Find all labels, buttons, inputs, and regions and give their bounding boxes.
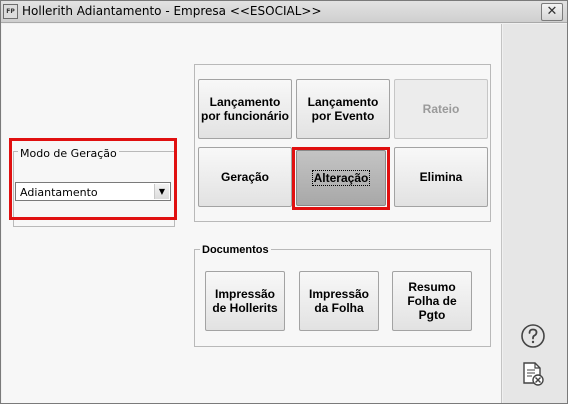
lancamento-funcionario-label: Lançamento por funcionário xyxy=(201,95,289,123)
help-circle-icon[interactable] xyxy=(520,323,546,349)
impressao-folha-button[interactable]: Impressão da Folha xyxy=(299,271,379,331)
rateio-button[interactable]: Rateio xyxy=(394,79,488,139)
modo-geracao-value: Adiantamento xyxy=(20,186,98,199)
chevron-down-icon[interactable]: ▼ xyxy=(154,184,169,199)
documentos-legend: Documentos xyxy=(200,244,271,256)
rateio-label: Rateio xyxy=(422,102,460,116)
main-window: FP Hollerith Adiantamento - Empresa <<ES… xyxy=(0,0,568,404)
close-icon: ✕ xyxy=(546,4,558,19)
lancamento-funcionario-button[interactable]: Lançamento por funcionário xyxy=(198,79,292,139)
title-bar: FP Hollerith Adiantamento - Empresa <<ES… xyxy=(1,1,567,23)
lancamento-evento-label: Lançamento por Evento xyxy=(307,95,379,123)
modo-geracao-legend: Modo de Geração xyxy=(18,147,119,160)
elimina-label: Elimina xyxy=(419,170,463,184)
app-icon: FP xyxy=(3,4,18,19)
geracao-label: Geração xyxy=(220,170,270,184)
alteracao-button[interactable]: Alteração xyxy=(296,150,386,206)
report-close-icon[interactable] xyxy=(520,361,546,387)
impressao-folha-label: Impressão da Folha xyxy=(308,287,370,315)
close-button[interactable]: ✕ xyxy=(541,3,563,21)
resumo-folha-button[interactable]: Resumo Folha de Pgto xyxy=(392,271,472,331)
resumo-folha-label: Resumo Folha de Pgto xyxy=(407,280,457,322)
window-title: Hollerith Adiantamento - Empresa <<ESOCI… xyxy=(22,4,322,18)
alteracao-label: Alteração xyxy=(311,170,371,186)
modo-geracao-select[interactable]: Adiantamento ▼ xyxy=(15,182,171,201)
impressao-hollerits-label: Impressão de Hollerits xyxy=(212,287,278,315)
elimina-button[interactable]: Elimina xyxy=(394,147,488,207)
lancamento-evento-button[interactable]: Lançamento por Evento xyxy=(296,79,390,139)
geracao-button[interactable]: Geração xyxy=(198,147,292,207)
impressao-hollerits-button[interactable]: Impressão de Hollerits xyxy=(205,271,285,331)
